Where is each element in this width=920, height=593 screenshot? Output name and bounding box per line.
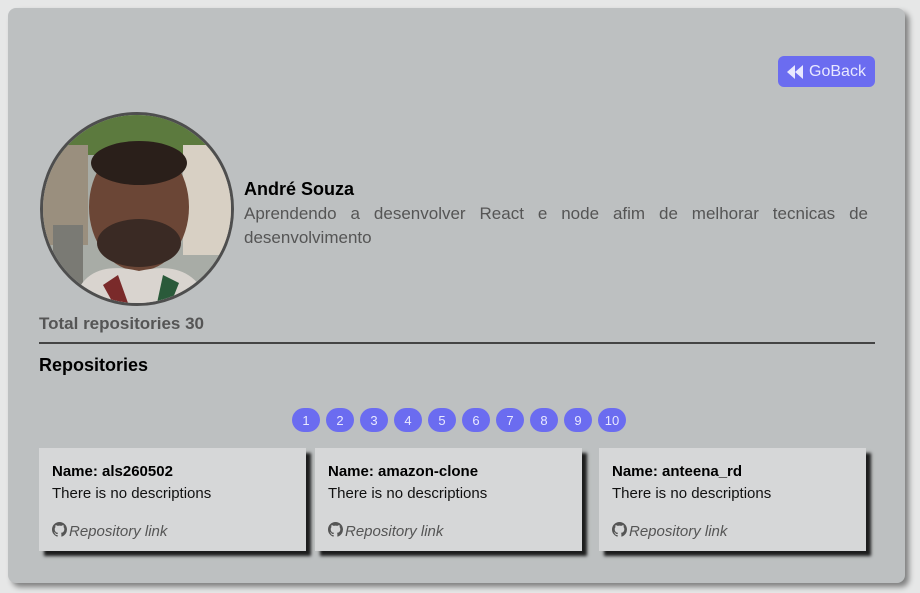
page-button-4[interactable]: 4 (394, 408, 422, 432)
repo-link-label: Repository link (629, 523, 728, 540)
repo-link-label: Repository link (345, 523, 444, 540)
repositories-heading: Repositories (39, 355, 149, 375)
page-button-2[interactable]: 2 (326, 408, 354, 432)
avatar (40, 112, 234, 306)
repo-name: Name: als260502 (52, 463, 173, 480)
profile-card: GoBack André Souza Aprendendo a desenvol… (8, 8, 905, 583)
page-button-10[interactable]: 10 (598, 408, 626, 432)
pagination: 1 2 3 4 5 6 7 8 9 10 (292, 408, 626, 432)
fast-backward-icon (787, 64, 805, 79)
page-button-6[interactable]: 6 (462, 408, 490, 432)
repo-card: Name: anteena_rd There is no description… (599, 448, 866, 551)
user-name: André Souza (244, 179, 355, 199)
page-button-9[interactable]: 9 (564, 408, 592, 432)
total-repositories: Total repositories 30 (39, 314, 205, 333)
repo-link[interactable]: Repository link (52, 522, 167, 541)
goback-label: GoBack (809, 62, 866, 80)
repo-link-label: Repository link (69, 523, 168, 540)
repo-description: There is no descriptions (612, 485, 772, 502)
page-button-3[interactable]: 3 (360, 408, 388, 432)
repo-link[interactable]: Repository link (612, 522, 727, 541)
github-icon (52, 522, 67, 541)
repo-name: Name: amazon-clone (328, 463, 479, 480)
page-button-7[interactable]: 7 (496, 408, 524, 432)
divider (39, 342, 875, 344)
page-button-8[interactable]: 8 (530, 408, 558, 432)
repo-card: Name: amazon-clone There is no descripti… (315, 448, 582, 551)
user-bio: Aprendendo a desenvolver React e node af… (244, 204, 868, 247)
repo-card: Name: als260502 There is no descriptions… (39, 448, 306, 551)
repo-description: There is no descriptions (52, 485, 212, 502)
goback-button[interactable]: GoBack (778, 56, 875, 87)
page-button-5[interactable]: 5 (428, 408, 456, 432)
repo-link[interactable]: Repository link (328, 522, 443, 541)
github-icon (328, 522, 343, 541)
repo-description: There is no descriptions (328, 485, 488, 502)
page-button-1[interactable]: 1 (292, 408, 320, 432)
github-icon (612, 522, 627, 541)
repo-name: Name: anteena_rd (612, 463, 743, 480)
